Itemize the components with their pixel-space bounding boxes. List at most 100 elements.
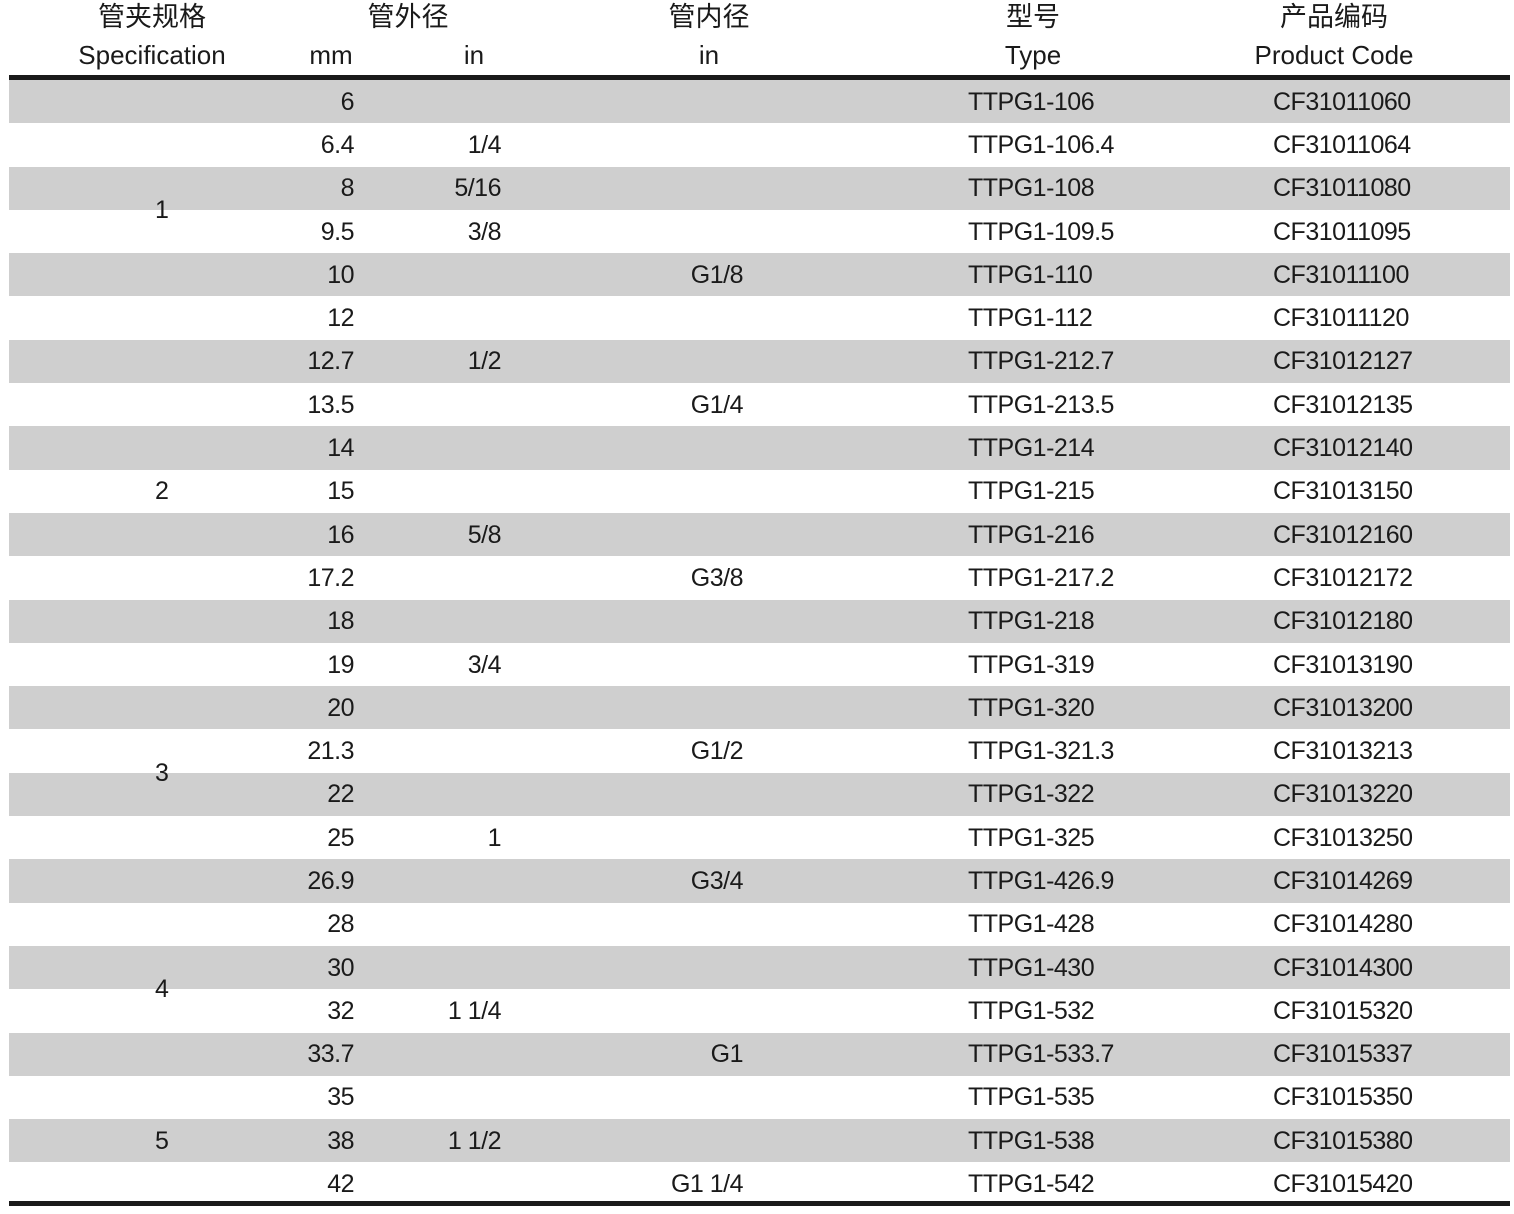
spec-label: 4 <box>155 975 169 1004</box>
header-spec-en: Specification <box>78 40 226 70</box>
table-row: 13.5 G1/4 TTPG1-213.5 CF31012135 <box>9 383 1510 426</box>
header-code-zh: 产品编码 <box>1280 2 1388 32</box>
cell-code: CF31013220 <box>1273 780 1413 809</box>
cell-type: TTPG1-218 <box>968 607 1095 636</box>
header-code-en: Product Code <box>1254 40 1414 70</box>
header-od-in: in <box>463 40 485 70</box>
cell-type: TTPG1-112 <box>968 304 1093 333</box>
cell-od-mm: 20 <box>327 693 354 722</box>
cell-id-in: G3/4 <box>690 866 744 895</box>
cell-code: CF31014269 <box>1273 866 1413 895</box>
spec-label: 5 <box>155 1126 169 1155</box>
cell-od-in: 1 1/4 <box>447 996 502 1025</box>
table-row: 16 5/8 TTPG1-216 CF31012160 <box>9 512 1510 557</box>
table-row: 10 G1/8 TTPG1-110 CF31011100 <box>9 253 1510 297</box>
table-row: 26.9 G3/4 TTPG1-426.9 CF31014269 <box>9 859 1510 903</box>
cell-code: CF31011064 <box>1273 130 1411 159</box>
table-row: 30 TTPG1-430 CF31014300 <box>9 945 1510 990</box>
cell-od-mm: 6 <box>340 87 355 116</box>
cell-od-mm: 8 <box>340 174 355 203</box>
cell-type: TTPG1-109.5 <box>968 217 1114 246</box>
table-row: 35 TTPG1-535 CF31015350 <box>9 1076 1510 1119</box>
table-row: 6 TTPG1-106 CF31011060 <box>9 80 1510 124</box>
cell-type: TTPG1-106 <box>968 87 1095 116</box>
cell-od-mm: 26.9 <box>307 866 354 895</box>
cell-type: TTPG1-106.4 <box>968 130 1114 159</box>
cell-type: TTPG1-532 <box>968 996 1095 1025</box>
table-row: 19 3/4 TTPG1-319 CF31013190 <box>9 643 1510 686</box>
footer-rule <box>9 1201 1510 1206</box>
cell-type: TTPG1-428 <box>968 910 1095 939</box>
cell-type: TTPG1-319 <box>968 650 1095 679</box>
cell-od-mm: 15 <box>327 477 354 506</box>
cell-od-mm: 6.4 <box>320 130 355 159</box>
cell-type: TTPG1-322 <box>968 780 1095 809</box>
cell-code: CF31013250 <box>1273 823 1413 852</box>
table-row: 12 TTPG1-112 CF31011120 <box>9 296 1510 339</box>
cell-type: TTPG1-325 <box>968 823 1095 852</box>
cell-od-mm: 19 <box>327 650 354 679</box>
cell-code: CF31015420 <box>1273 1170 1413 1199</box>
cell-od-mm: 12.7 <box>307 347 354 376</box>
table-row: 38 1 1/2 TTPG1-538 CF31015380 <box>9 1119 1510 1163</box>
header-id-in: in <box>698 40 720 70</box>
header-spec-zh: 管夹规格 <box>98 2 206 32</box>
cell-code: CF31013150 <box>1273 477 1413 506</box>
cell-code: CF31012180 <box>1273 607 1413 636</box>
cell-od-mm: 14 <box>327 434 354 463</box>
table-row: 9.5 3/8 TTPG1-109.5 CF31011095 <box>9 210 1510 253</box>
cell-id-in: G3/8 <box>690 563 744 592</box>
cell-type: TTPG1-320 <box>968 693 1095 722</box>
cell-id-in: G1 1/4 <box>670 1170 744 1199</box>
table-header: 管夹规格 Specification 管外径 mm in 管内径 in 型号 T… <box>0 0 1514 76</box>
spec-label: 3 <box>155 758 169 787</box>
spec-label: 2 <box>155 477 169 506</box>
header-od-zh: 管外径 <box>367 2 449 32</box>
cell-code: CF31013213 <box>1273 737 1413 766</box>
cell-id-in: G1/4 <box>690 390 744 419</box>
cell-od-mm: 10 <box>327 260 354 289</box>
table-row: 14 TTPG1-214 CF31012140 <box>9 426 1510 470</box>
cell-type: TTPG1-216 <box>968 520 1095 549</box>
cell-type: TTPG1-215 <box>968 477 1095 506</box>
cell-od-mm: 22 <box>327 780 354 809</box>
table-row: 20 TTPG1-320 CF31013200 <box>9 686 1510 730</box>
table-row: 25 1 TTPG1-325 CF31013250 <box>9 816 1510 859</box>
cell-od-mm: 17.2 <box>307 563 354 592</box>
cell-type: TTPG1-533.7 <box>968 1040 1114 1069</box>
table-body: 6 TTPG1-106 CF31011060 6.4 1/4 TTPG1-106.4 CF3… <box>9 80 1510 1206</box>
table-row: 21.3 G1/2 TTPG1-321.3 CF31013213 <box>9 729 1510 772</box>
cell-code: CF31012172 <box>1273 563 1413 592</box>
cell-od-in: 1/2 <box>467 347 502 376</box>
cell-code: CF31013190 <box>1273 650 1413 679</box>
cell-code: CF31011095 <box>1273 217 1411 246</box>
cell-od-mm: 25 <box>327 823 354 852</box>
cell-code: CF31015380 <box>1273 1126 1413 1155</box>
cell-od-in: 1 1/2 <box>447 1126 502 1155</box>
cell-od-mm: 42 <box>327 1170 354 1199</box>
cell-type: TTPG1-217.2 <box>968 563 1114 592</box>
cell-type: TTPG1-535 <box>968 1083 1095 1112</box>
cell-code: CF31015350 <box>1273 1083 1413 1112</box>
cell-od-in: 1 <box>487 823 502 852</box>
cell-od-in: 1/4 <box>467 130 502 159</box>
cell-type: TTPG1-108 <box>968 174 1095 203</box>
header-od-mm: mm <box>309 40 353 70</box>
cell-type: TTPG1-538 <box>968 1126 1095 1155</box>
cell-code: CF31012135 <box>1273 390 1413 419</box>
cell-od-in: 5/16 <box>454 174 501 203</box>
cell-od-mm: 13.5 <box>307 390 354 419</box>
cell-od-mm: 30 <box>327 953 354 982</box>
header-type-zh: 型号 <box>1006 2 1060 32</box>
cell-type: TTPG1-214 <box>968 434 1095 463</box>
cell-code: CF31012127 <box>1273 347 1413 376</box>
header-id-zh: 管内径 <box>668 2 750 32</box>
cell-od-mm: 33.7 <box>307 1040 354 1069</box>
cell-code: CF31011060 <box>1273 87 1411 116</box>
header-type-en: Type <box>1004 40 1062 70</box>
cell-od-mm: 16 <box>327 520 354 549</box>
cell-type: TTPG1-430 <box>968 953 1095 982</box>
cell-code: CF31013200 <box>1273 693 1413 722</box>
table-row: 42 G1 1/4 TTPG1-542 CF31015420 <box>9 1162 1510 1205</box>
table-row: 12.7 1/2 TTPG1-212.7 CF31012127 <box>9 339 1510 384</box>
